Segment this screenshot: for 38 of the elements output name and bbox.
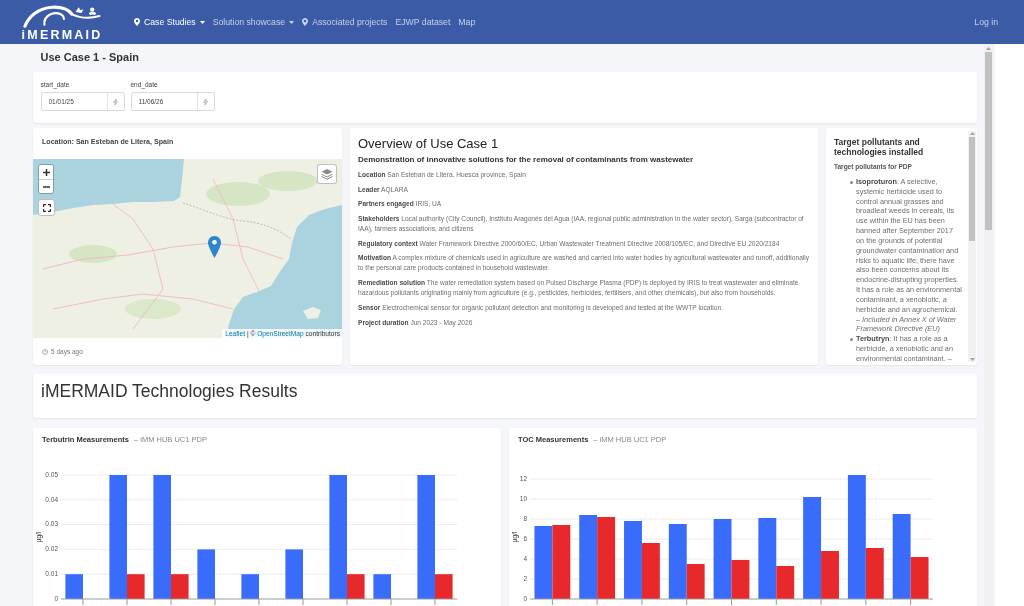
bullet-icon — [850, 337, 853, 341]
scrollbar[interactable] — [984, 44, 993, 606]
layers-icon — [321, 168, 333, 180]
lightning-icon[interactable] — [203, 97, 208, 106]
brand-name[interactable]: iMERMAID — [21, 28, 103, 41]
zoom-in-button[interactable] — [39, 165, 53, 179]
zoom-out-button[interactable] — [39, 179, 53, 193]
nav-link[interactable]: Map — [458, 16, 476, 28]
bullet-icon — [850, 180, 853, 184]
page-title: Use Case 1 - Spain — [40, 50, 140, 65]
caret-icon — [289, 20, 295, 24]
fullscreen-icon — [42, 203, 51, 212]
nav-link[interactable]: EJWP dataset — [395, 16, 451, 28]
card-subtitle: Demonstration of innovative solutions for the removal of contaminants from wastewater — [358, 154, 695, 166]
scrollbar[interactable] — [968, 131, 976, 362]
scroll-up-icon[interactable] — [969, 132, 975, 135]
map-pin-icon — [302, 18, 309, 26]
scrollbar-thumb[interactable] — [969, 137, 975, 241]
layers-button[interactable] — [317, 164, 337, 184]
nav-link[interactable]: Solution showcase — [212, 16, 295, 28]
lightning-icon[interactable] — [113, 97, 118, 106]
clock-icon — [42, 348, 48, 355]
nav-link[interactable]: Case Studies — [134, 16, 205, 28]
card-title: Overview of Use Case 1 — [358, 136, 500, 152]
map-pin-icon[interactable] — [208, 236, 221, 258]
login-link[interactable]: Log in — [974, 16, 998, 28]
fullscreen-button[interactable] — [38, 199, 55, 216]
minus-icon — [42, 185, 50, 188]
section-title: iMERMAID Technologies Results — [41, 380, 299, 403]
map-pin-icon — [134, 18, 140, 26]
scroll-down-icon[interactable] — [969, 358, 975, 361]
card-title: Target pollutants and technologies installed — [834, 137, 925, 157]
scroll-up-icon[interactable] — [986, 47, 991, 50]
caret-icon — [199, 20, 205, 24]
nav-link[interactable]: Associated projects — [302, 16, 388, 28]
plus-icon — [42, 168, 50, 176]
scrollbar-thumb[interactable] — [985, 52, 992, 230]
wave-logo-icon[interactable] — [23, 3, 101, 28]
